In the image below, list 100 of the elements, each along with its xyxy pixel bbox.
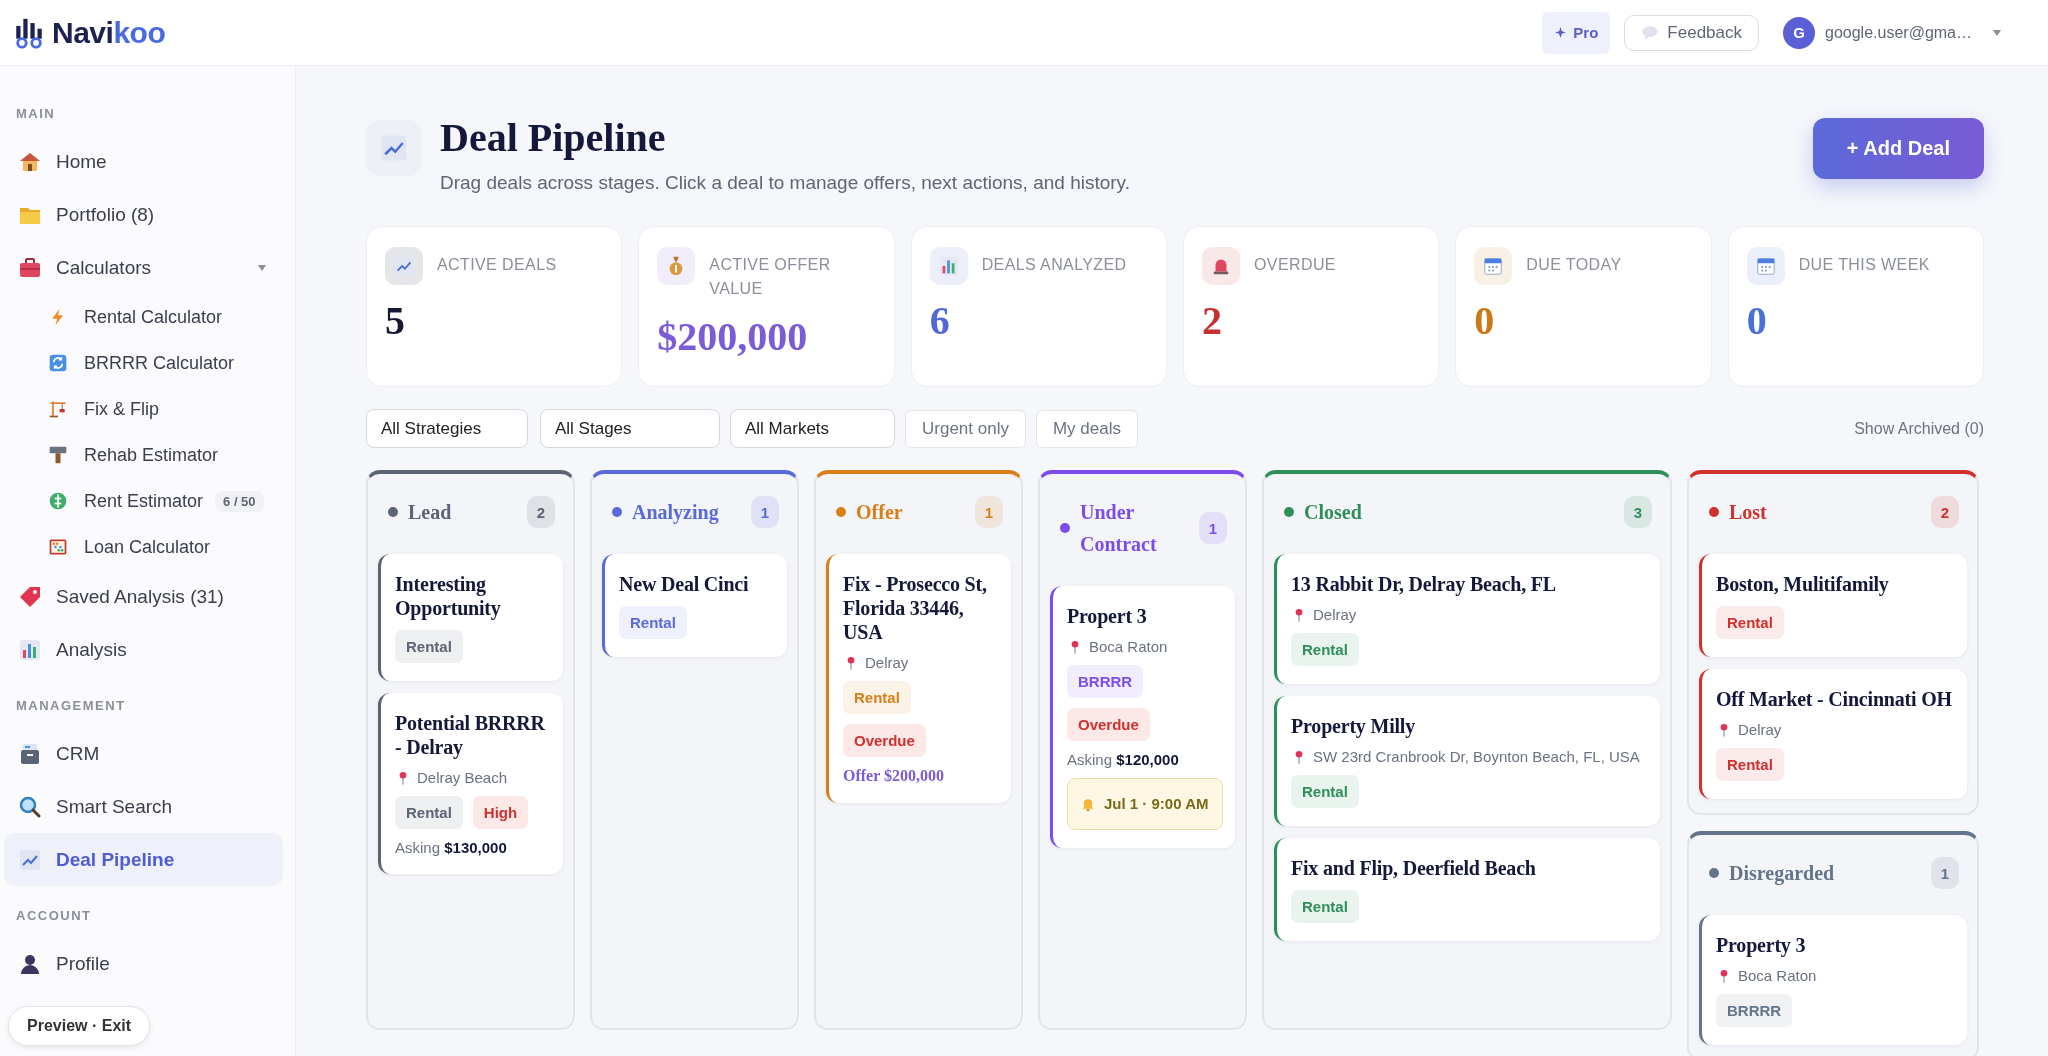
sidebar-item[interactable]: Rent Estimator 6 / 50 — [4, 478, 283, 524]
bell-icon — [1080, 796, 1096, 812]
tag: Overdue — [1067, 708, 1150, 741]
section-heading: MAIN — [15, 105, 57, 123]
card-title: Property Milly — [1291, 714, 1417, 738]
card-title: Fix and Flip, Deerfield Beach — [1291, 856, 1537, 880]
logo-wordmark: Navikoo — [52, 15, 166, 50]
page-subtitle: Drag deals across stages. Click a deal to manage offers, next actions, and history. — [440, 172, 1130, 194]
stat-value: 5 — [385, 299, 406, 343]
feedback-button[interactable]: Feedback — [1624, 14, 1759, 51]
offer-amount: Offer $200,000 — [843, 767, 945, 785]
sidebar-item[interactable]: Portfolio (8) — [4, 188, 283, 241]
card-title: Boston, Mulitifamily — [1716, 572, 1890, 596]
tag: BRRRR — [1716, 994, 1793, 1027]
filter-toggle[interactable]: Urgent only — [905, 409, 1026, 448]
sidebar-item[interactable]: Rehab Estimator — [4, 432, 283, 478]
search-icon — [18, 794, 42, 819]
account-email[interactable]: google.user@gma… — [1825, 23, 1972, 42]
tag: Rental — [395, 630, 463, 663]
sidebar-item[interactable]: Deal Pipeline — [4, 833, 283, 886]
deal-card[interactable]: Property 3 Boca Raton BRRRR — [1699, 915, 1967, 1045]
pro-button[interactable]: Pro — [1542, 11, 1611, 54]
sidebar-item[interactable]: BRRRR Calculator — [4, 340, 283, 386]
count-badge: 1 — [751, 496, 779, 528]
line-chart-icon — [385, 247, 423, 285]
deal-card[interactable]: New Deal Cinci Rental — [602, 554, 787, 657]
sidebar-item[interactable]: Fix & Flip — [4, 386, 283, 432]
sidebar-item[interactable]: Profile — [4, 937, 283, 990]
card-title: 13 Rabbit Dr, Delray Beach, FL — [1291, 572, 1557, 596]
stat-label: DUE TODAY — [1526, 255, 1622, 275]
deal-card[interactable]: Interesting Opportunity Rental — [378, 554, 563, 681]
card-title: Property 3 — [1716, 933, 1807, 957]
hammer-icon — [48, 445, 68, 465]
filter-select[interactable]: All Strategies — [366, 409, 528, 448]
deal-card[interactable]: Property Milly SW 23rd Cranbrook Dr, Boynton Beach, FL, USA Rental — [1274, 696, 1660, 826]
stat-label: OVERDUE — [1254, 255, 1336, 275]
tag: Rental — [1291, 890, 1359, 923]
count-badge: 1 — [975, 496, 1003, 528]
tag: High — [472, 796, 529, 829]
deal-card[interactable]: Boston, Mulitifamily Rental — [1699, 554, 1967, 657]
coin-icon — [48, 491, 68, 511]
count-badge: 2 — [1931, 496, 1959, 528]
stat-label: ACTIVE OFFER VALUE — [709, 255, 832, 299]
bar-chart-icon — [929, 247, 968, 285]
filter-select[interactable]: All Markets — [730, 409, 895, 448]
sidebar-item[interactable]: Loan Calculator — [4, 524, 283, 570]
sidebar-item[interactable]: Saved Analysis (31) — [4, 570, 283, 623]
count-badge: 2 — [527, 496, 555, 528]
tag: Overdue — [843, 724, 926, 757]
calendar-icon — [1746, 247, 1785, 285]
tag: Rental — [1291, 775, 1359, 808]
tag: Rental — [1716, 606, 1784, 639]
stat-value: 0 — [1746, 299, 1768, 343]
avatar: G — [1783, 16, 1815, 49]
location-text: Delray — [1313, 606, 1357, 623]
stat-value: $200,000 — [657, 315, 809, 359]
card-title: Fix - Prosecco St, Florida 33446, USA — [843, 572, 988, 644]
page-title: Deal Pipeline — [440, 114, 667, 162]
stage-name: Closed — [1304, 500, 1362, 525]
tag-icon — [18, 584, 42, 609]
money-bag-icon — [657, 247, 696, 285]
show-archived-link[interactable]: Show Archived (0) — [1854, 419, 1984, 438]
bar-chart-icon — [18, 637, 42, 662]
stage-name: Analyzing — [632, 500, 719, 526]
sidebar-item[interactable]: Analysis — [4, 623, 283, 676]
sidebar-item[interactable]: CRM — [4, 727, 283, 780]
preview-exit-button[interactable]: Preview · Exit — [8, 1006, 151, 1046]
deal-card[interactable]: Off Market - Cincinnati OH Delray Rental — [1699, 669, 1967, 799]
sidebar-item[interactable]: Calculators — [4, 241, 283, 294]
stat-label: ACTIVE DEALS — [437, 255, 557, 275]
count-badge: 1 — [1931, 857, 1959, 889]
location-text: Delray — [1738, 721, 1782, 738]
stat-value: 2 — [1202, 299, 1223, 343]
card-title: Propert 3 — [1067, 604, 1148, 628]
count-badge: 3 — [1624, 496, 1652, 528]
add-deal-button[interactable]: + Add Deal — [1812, 118, 1984, 179]
sidebar-item[interactable]: Rental Calculator — [4, 294, 283, 340]
card-file-icon — [18, 741, 42, 766]
section-heading: MANAGEMENT — [15, 697, 127, 715]
stage-name: Under Contract — [1080, 500, 1158, 557]
sidebar-item[interactable]: Smart Search — [4, 780, 283, 833]
tag: Rental — [395, 796, 463, 829]
sidebar-item[interactable]: Home — [4, 135, 283, 188]
deal-card[interactable]: Propert 3 Boca Raton BRRRR Overdue Asking $120,000 Jul 1 · 9:00 AM — [1050, 586, 1235, 848]
card-title: Interesting Opportunity — [395, 572, 502, 620]
reminder-text: Jul 1 · 9:00 AM — [1104, 794, 1209, 814]
location-text: SW 23rd Cranbrook Dr, Boynton Beach, FL, USA — [1313, 748, 1640, 765]
deal-card[interactable]: 13 Rabbit Dr, Delray Beach, FL Delray Rental — [1274, 554, 1660, 684]
deal-card[interactable]: Fix and Flip, Deerfield Beach Rental — [1274, 838, 1660, 941]
deal-card[interactable]: Potential BRRRR - Delray Delray Beach Rental High Asking $130,000 — [378, 693, 563, 874]
stage-name: Offer — [856, 500, 903, 525]
asking-price: Asking $130,000 — [395, 839, 508, 856]
location-text: Delray — [865, 654, 909, 671]
section-heading: ACCOUNT — [15, 907, 93, 925]
tag: Rental — [619, 606, 687, 639]
calendar-icon — [1474, 247, 1513, 285]
crane-icon — [48, 399, 68, 419]
filter-select[interactable]: All Stages — [540, 409, 720, 448]
deal-card[interactable]: Fix - Prosecco St, Florida 33446, USA Delray Rental Overdue Offer $200,000 — [826, 554, 1011, 803]
filter-toggle[interactable]: My deals — [1035, 409, 1138, 448]
